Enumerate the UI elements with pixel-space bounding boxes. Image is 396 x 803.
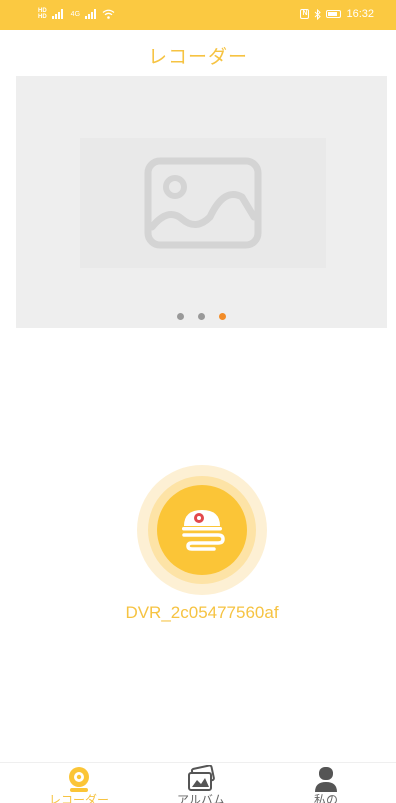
nav-label: レコーダー [48, 793, 109, 803]
nav-label: 私の [313, 793, 338, 803]
profile-icon [315, 767, 337, 792]
carousel-dot[interactable] [198, 313, 205, 320]
carousel-dot-active[interactable] [219, 313, 226, 320]
recorder-icon [69, 767, 89, 792]
device-halo [148, 476, 256, 584]
hd-badge: HD HD [38, 8, 47, 20]
banner-carousel[interactable] [16, 76, 387, 328]
battery-icon [326, 10, 342, 18]
carousel-dot[interactable] [177, 313, 184, 320]
nav-item-album[interactable]: アルバム [161, 765, 241, 803]
status-bar: HD HD 4G N 16:32 [0, 0, 396, 30]
signal-icon [51, 9, 63, 19]
device-button-core[interactable] [157, 485, 247, 575]
carousel-dots [16, 313, 387, 320]
status-time: 16:32 [346, 8, 374, 20]
album-icon [188, 765, 215, 791]
bottom-nav: レコーダー アルバム 私の [0, 762, 396, 803]
dashcam-icon [182, 510, 225, 551]
device-name[interactable]: DVR_2c05477560af [0, 603, 396, 623]
wifi-icon [102, 9, 115, 19]
image-placeholder-icon [144, 157, 262, 249]
nav-label: アルバム [177, 793, 225, 803]
device-connect-button[interactable] [137, 465, 267, 595]
bluetooth-icon [315, 8, 322, 20]
nfc-icon: N [300, 9, 310, 19]
status-right: N 16:32 [300, 8, 374, 20]
page-title: レコーダー [147, 46, 248, 68]
banner-placeholder [80, 138, 326, 268]
network-type: 4G [70, 10, 81, 18]
nav-item-recorder[interactable]: レコーダー [39, 765, 119, 803]
status-left: HD HD 4G [38, 8, 115, 20]
signal-icon-2 [85, 9, 97, 19]
nav-item-profile[interactable]: 私の [286, 765, 366, 803]
